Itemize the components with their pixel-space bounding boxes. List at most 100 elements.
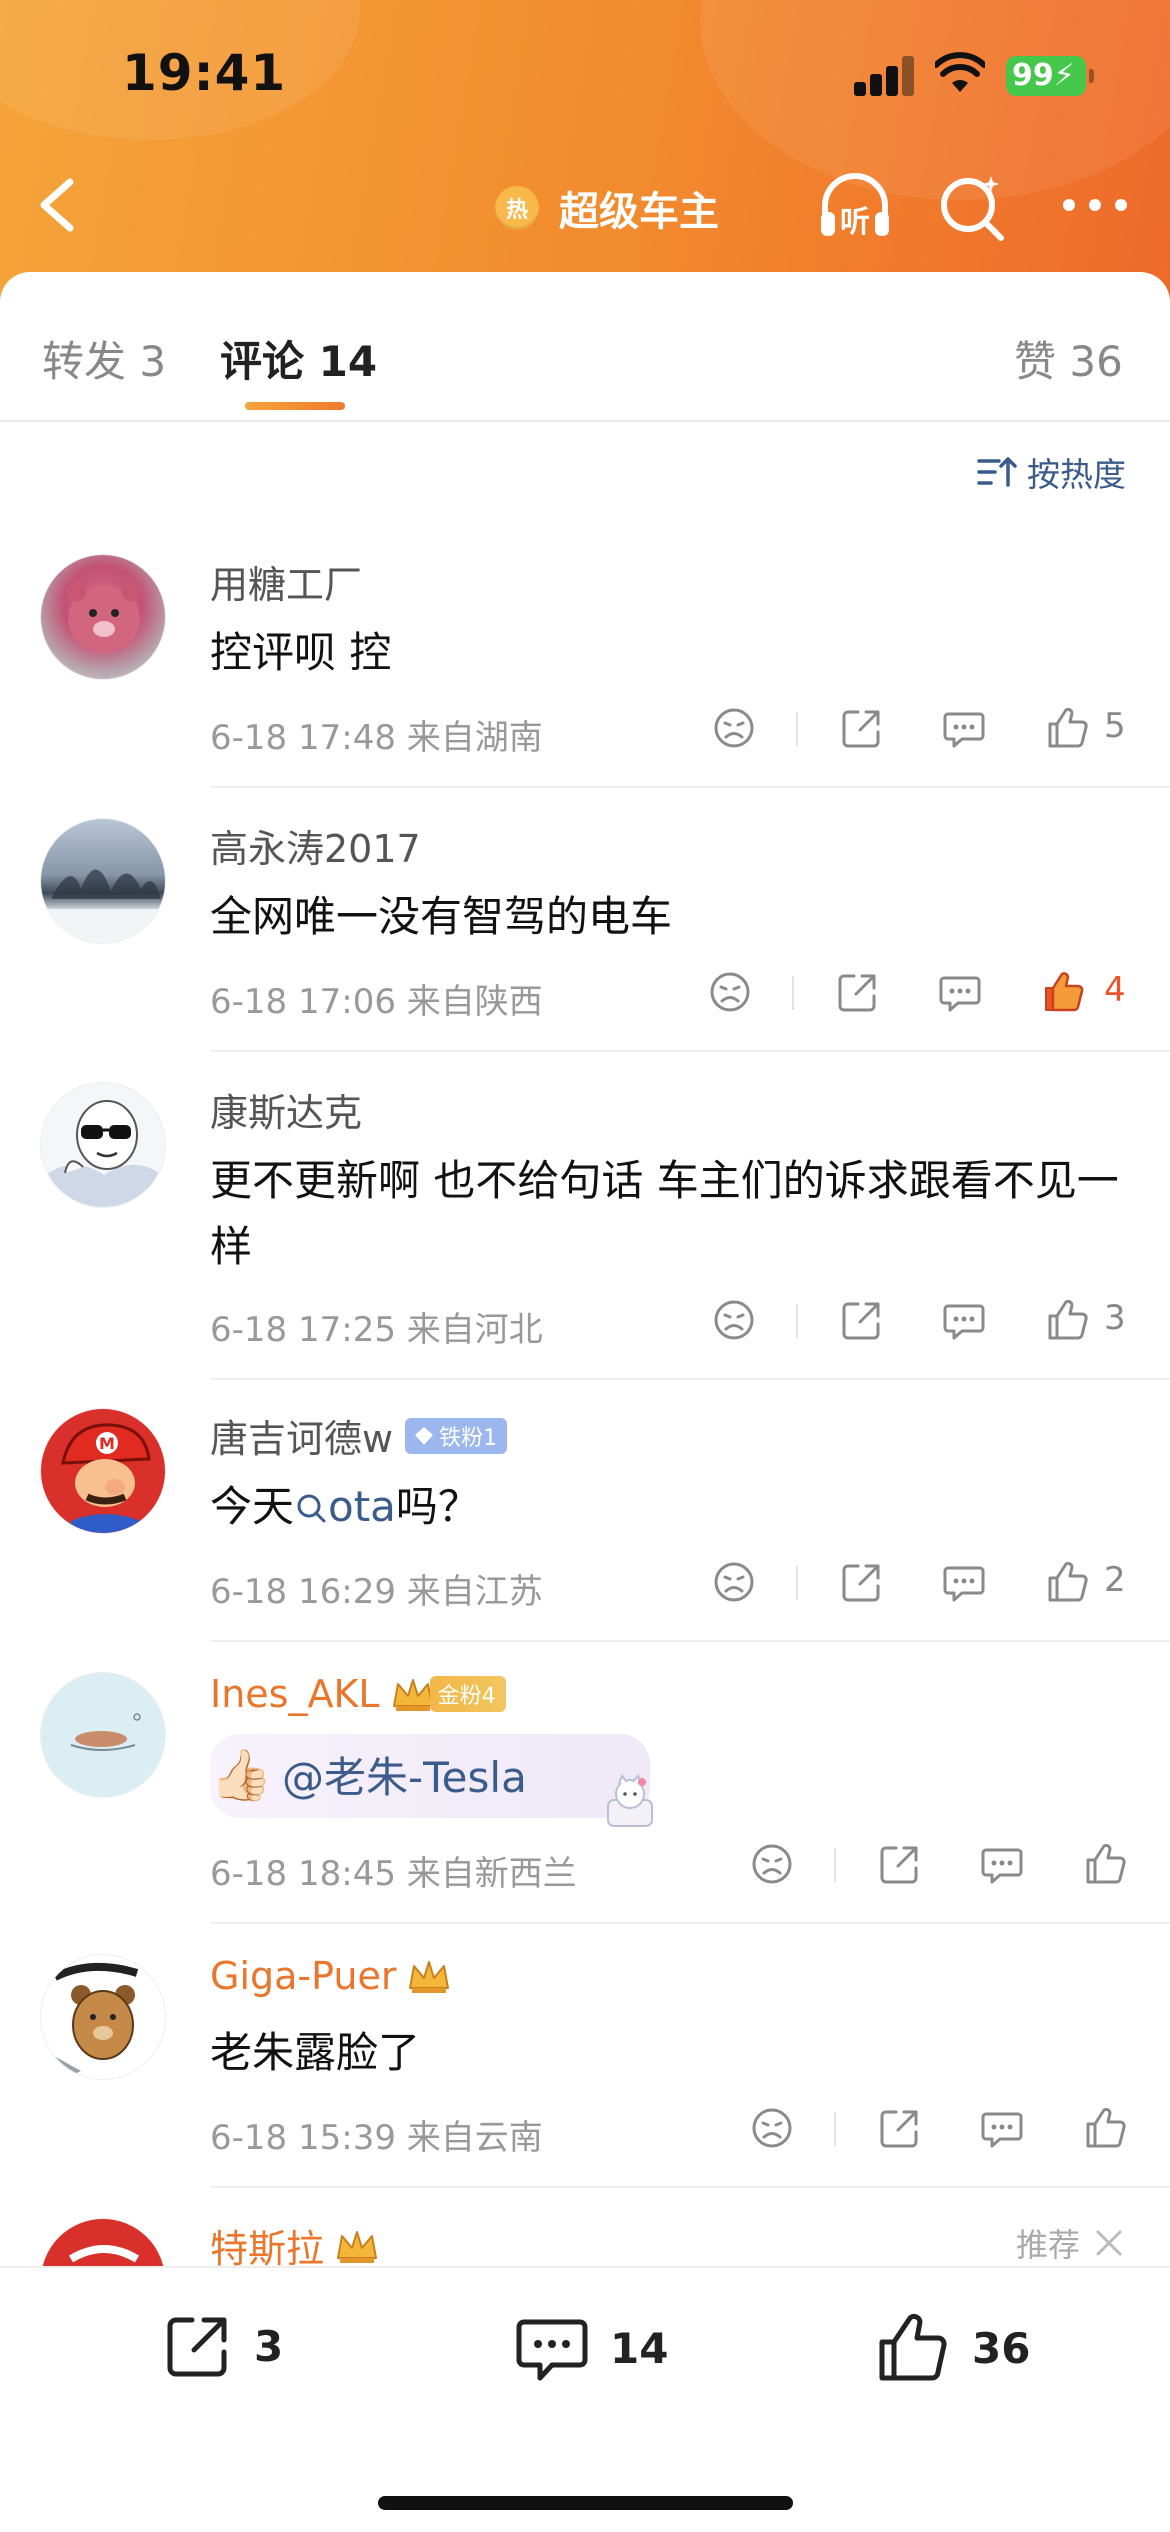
comment-button[interactable]: 14 bbox=[512, 2308, 668, 2388]
comment-author[interactable]: 用糖工厂 bbox=[210, 554, 362, 609]
comment-author[interactable]: 唐吉诃德w 铁粉1 bbox=[210, 1408, 508, 1463]
dislike-face-icon[interactable] bbox=[748, 1840, 796, 1888]
hot-badge: 热 bbox=[495, 186, 539, 230]
share-icon bbox=[167, 2317, 227, 2377]
dislike-face-icon[interactable] bbox=[748, 2104, 796, 2152]
listen-headphones-button[interactable]: 听 bbox=[815, 166, 895, 246]
nav-title-group[interactable]: 热 超级车主 bbox=[495, 178, 719, 238]
active-tab-indicator bbox=[245, 402, 345, 410]
dislike-face-icon[interactable] bbox=[706, 968, 754, 1016]
crown-icon bbox=[392, 1679, 433, 1711]
comment-actions bbox=[748, 1840, 1170, 1900]
like-thumb-icon[interactable] bbox=[1044, 1296, 1092, 1344]
comment-text: 控评呗 控 bbox=[210, 628, 392, 677]
avatar[interactable] bbox=[40, 818, 166, 944]
sort-label: 按热度 bbox=[1027, 455, 1126, 494]
comment-text: 老朱露脸了 bbox=[210, 2028, 421, 2077]
divider bbox=[210, 1922, 1170, 1924]
back-arrow-icon[interactable] bbox=[30, 170, 90, 240]
share-icon[interactable] bbox=[838, 704, 886, 752]
reply-comment-icon[interactable] bbox=[978, 2104, 1026, 2152]
author-name: Giga-Puer bbox=[210, 1954, 397, 1998]
avatar[interactable] bbox=[40, 554, 166, 680]
headphones-icon: 听 bbox=[821, 173, 889, 240]
comment-icon bbox=[516, 2319, 588, 2381]
share-icon[interactable] bbox=[838, 1296, 886, 1344]
comment-meta: 6-18 17:48 来自湖南 bbox=[210, 718, 543, 758]
dislike-face-icon[interactable] bbox=[710, 1296, 758, 1344]
divider bbox=[210, 2186, 1170, 2188]
tab-repost[interactable]: 转发 3 bbox=[42, 328, 166, 389]
avatar[interactable] bbox=[40, 2218, 166, 2266]
tab-bar: 转发 3 评论 14 赞 36 bbox=[0, 272, 1170, 422]
like-thumb-icon[interactable] bbox=[1044, 1558, 1092, 1606]
divider bbox=[210, 786, 1170, 788]
avatar[interactable] bbox=[40, 1954, 166, 2080]
comment-meta: 6-18 16:29 来自江苏 bbox=[210, 1572, 543, 1612]
avatar[interactable] bbox=[40, 1672, 166, 1798]
author-name: 特斯拉 bbox=[210, 2227, 325, 2266]
repost-count: 3 bbox=[254, 2321, 284, 2371]
comment-author[interactable]: 康斯达克 bbox=[210, 1082, 362, 1137]
sort-by-heat-button[interactable]: 按热度 bbox=[977, 448, 1126, 496]
comment-text-part: 吗？ bbox=[395, 1482, 480, 1531]
comment-actions: 5 bbox=[710, 704, 1170, 764]
battery-indicator: 99⚡ bbox=[1006, 56, 1094, 96]
search-link-icon bbox=[297, 1494, 326, 1523]
comment-text: 全网唯一没有智驾的电车 bbox=[210, 892, 673, 941]
comment-text: 更不更新啊 也不给句话 车主们的诉求跟看不见一样 bbox=[210, 1156, 1119, 1271]
like-count: 2 bbox=[1104, 1560, 1126, 1600]
reply-comment-icon[interactable] bbox=[940, 1558, 988, 1606]
tab-comments[interactable]: 评论 14 bbox=[220, 328, 377, 389]
nav-bar: 热 超级车主 听 bbox=[0, 150, 1170, 270]
share-icon[interactable] bbox=[876, 2104, 924, 2152]
dislike-face-icon[interactable] bbox=[710, 704, 758, 752]
cellular-signal-icon bbox=[854, 56, 916, 96]
dislike-face-icon[interactable] bbox=[710, 1558, 758, 1606]
comment-meta: 6-18 17:06 来自陕西 bbox=[210, 982, 543, 1022]
recommend-label: 推荐 bbox=[1015, 2226, 1080, 2264]
svg-text:M: M bbox=[99, 1434, 115, 1453]
thumbs-up-emoji: 👍🏻 bbox=[210, 1746, 273, 1804]
fan-level-badge[interactable]: 铁粉1 bbox=[405, 1417, 508, 1454]
diamond-icon bbox=[415, 1426, 434, 1445]
home-indicator bbox=[378, 2496, 793, 2510]
like-thumb-icon[interactable] bbox=[1082, 2104, 1130, 2152]
like-thumb-active-icon[interactable] bbox=[1040, 968, 1088, 1016]
comment-actions: 2 bbox=[710, 1558, 1170, 1618]
wifi-icon bbox=[935, 52, 985, 92]
search-icon[interactable] bbox=[935, 170, 1011, 246]
reply-comment-icon[interactable] bbox=[936, 968, 984, 1016]
tab-likes[interactable]: 赞 36 bbox=[1014, 328, 1123, 389]
status-bar: 19:41 99⚡ bbox=[0, 0, 1170, 150]
mention-link[interactable]: @老朱-Tesla bbox=[282, 1744, 527, 1805]
share-icon[interactable] bbox=[876, 1840, 924, 1888]
share-icon[interactable] bbox=[838, 1558, 886, 1606]
reply-comment-icon[interactable] bbox=[940, 704, 988, 752]
avatar[interactable]: M bbox=[40, 1408, 166, 1534]
topic-link-text: ota bbox=[328, 1482, 396, 1531]
comment-author[interactable]: 特斯拉 bbox=[210, 2218, 380, 2266]
topic-search-link[interactable]: ota bbox=[294, 1482, 396, 1531]
share-icon[interactable] bbox=[834, 968, 882, 1016]
fan-level-badge[interactable]: 金粉4 bbox=[429, 1676, 506, 1712]
like-count: 3 bbox=[1104, 1298, 1126, 1338]
reply-comment-icon[interactable] bbox=[978, 1840, 1026, 1888]
repost-button[interactable]: 3 bbox=[160, 2308, 283, 2384]
comment-author[interactable]: Ines_AKL 金粉4 bbox=[210, 1672, 506, 1716]
comment-author[interactable]: 高永涛2017 bbox=[210, 818, 421, 873]
avatar[interactable] bbox=[40, 1082, 166, 1208]
close-icon[interactable] bbox=[1092, 2226, 1126, 2260]
like-thumb-icon[interactable] bbox=[1044, 704, 1092, 752]
like-count: 5 bbox=[1104, 706, 1126, 746]
like-thumb-icon[interactable] bbox=[1082, 1840, 1130, 1888]
comment-author[interactable]: Giga-Puer bbox=[210, 1954, 452, 1998]
status-time: 19:41 bbox=[122, 44, 287, 102]
like-thumb-icon bbox=[879, 2313, 947, 2381]
comment-meta: 6-18 15:39 来自云南 bbox=[210, 2118, 543, 2158]
comment-text: 今天 ota吗？ bbox=[210, 1474, 1130, 1540]
reply-comment-icon[interactable] bbox=[940, 1296, 988, 1344]
more-options-icon[interactable] bbox=[1060, 190, 1130, 220]
divider bbox=[210, 1050, 1170, 1052]
like-button[interactable]: 36 bbox=[874, 2308, 1030, 2388]
